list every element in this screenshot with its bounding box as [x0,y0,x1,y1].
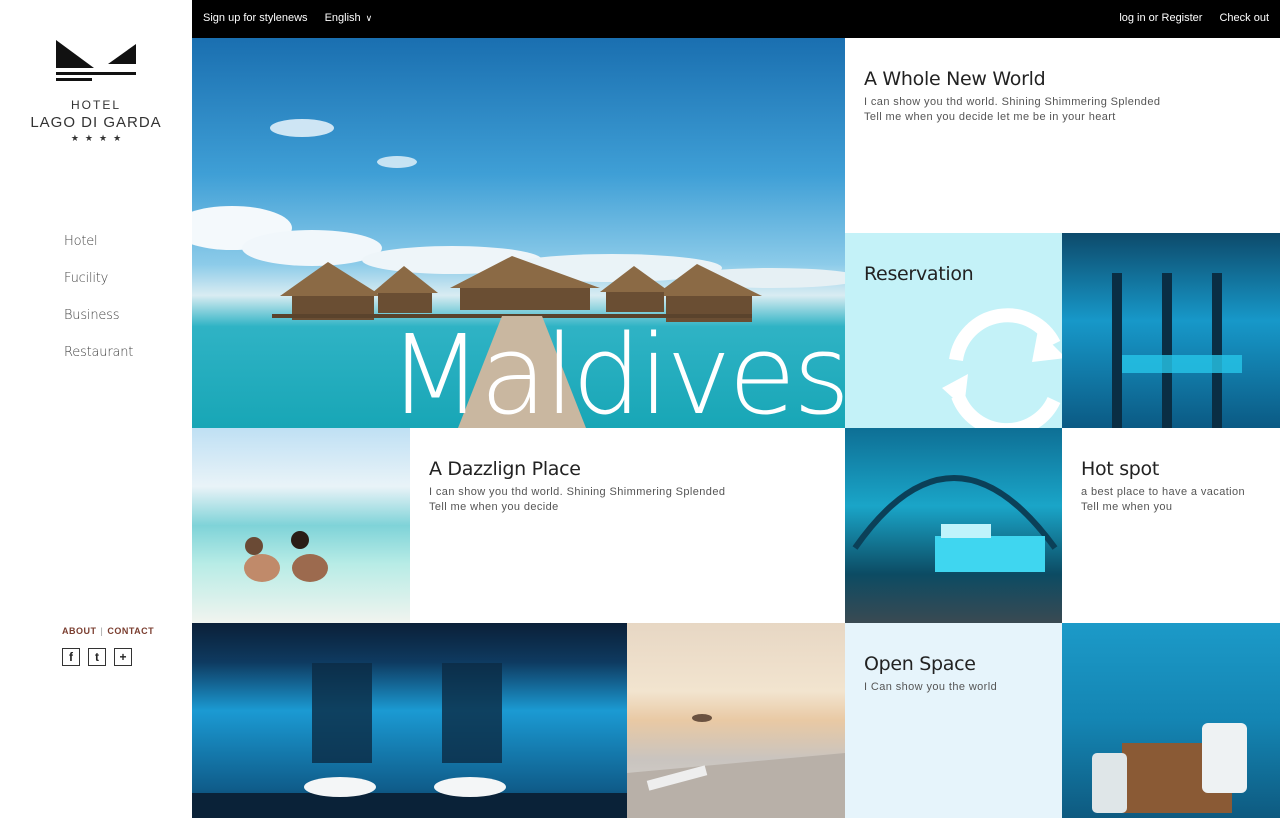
underwater-bathroom-photo[interactable] [192,623,627,818]
contact-link[interactable]: CONTACT [107,626,154,636]
tile-title: Open Space [864,653,976,675]
topbar-right: log in or Register Check out [1119,12,1269,24]
top-bar: Sign up for stylenews English ∨ log in or… [192,0,1280,38]
tile-text: Tell me when you decide [429,501,559,513]
plus-icon[interactable]: + [114,648,132,666]
tile-title: Reservation [864,263,974,285]
nav-item-restaurant[interactable]: Restaurant [64,345,133,382]
logo-mark-icon [56,40,136,81]
checkout-link[interactable]: Check out [1219,12,1269,24]
social-links: f t + [62,648,154,666]
logo-line-hotel: HOTEL [70,98,121,112]
logo-stars: ★★★★ [70,133,128,143]
tile-text: a best place to have a vacation [1081,486,1246,498]
hot-spot-tile[interactable]: Hot spot a best place to have a vacation… [1062,428,1280,623]
main-nav: Hotel Fucility Business Restaurant [64,234,133,382]
underwater-room-illustration [1112,273,1242,428]
tile-text: Tell me when you [1081,501,1173,513]
nav-item-facility[interactable]: Fucility [64,271,133,308]
chevron-down-icon: ∨ [365,13,373,23]
sunset-deck-illustration [627,714,845,818]
facebook-icon[interactable]: f [62,648,80,666]
beach-couple-photo[interactable] [192,428,410,623]
underwater-bedroom-illustration [852,475,1058,572]
twitter-icon[interactable]: t [88,648,106,666]
nav-item-hotel[interactable]: Hotel [64,234,133,271]
underwater-dining-illustration [1092,723,1247,813]
signup-link[interactable]: Sign up for stylenews [203,12,308,24]
tile-text: I can show you thd world. Shining Shimme… [864,96,1161,108]
hotel-logo[interactable]: HOTEL LAGO DI GARDA ★★★★ [0,40,192,144]
refresh-icon [942,308,1066,428]
tile-text: I Can show you the world [864,681,998,693]
language-label: English [324,12,361,24]
topbar-left: Sign up for stylenews English ∨ [203,12,372,24]
footer-links: ABOUT | CONTACT [62,626,154,636]
sunset-deck-photo[interactable] [627,623,845,818]
login-register-link[interactable]: log in or Register [1119,12,1202,24]
underwater-bedroom-photo[interactable] [845,428,1062,623]
dazzling-place-tile[interactable]: A Dazzlign Place I can show you thd worl… [410,428,845,623]
underwater-room-photo[interactable] [1062,233,1280,428]
tile-title: A Dazzlign Place [429,458,581,480]
tile-text: I can show you thd world. Shining Shimme… [429,486,726,498]
underwater-dining-photo[interactable] [1062,623,1280,818]
tile-text: Tell me when you decide let me be in you… [864,111,1116,123]
beach-couple-illustration [244,531,328,582]
footer-separator: | [100,626,104,636]
hero-title: Maldives [388,311,845,428]
underwater-bathroom-illustration [192,663,627,818]
hero-maldives-image[interactable]: Maldives [192,38,845,428]
sidebar-footer: ABOUT | CONTACT f t + [62,626,154,666]
about-link[interactable]: ABOUT [62,626,97,636]
open-space-tile[interactable]: Open Space I Can show you the world [845,623,1062,818]
tile-title: Hot spot [1081,458,1160,480]
tile-title: A Whole New World [864,68,1046,90]
whole-new-world-tile[interactable]: A Whole New World I can show you thd wor… [845,38,1280,233]
language-select[interactable]: English ∨ [325,12,373,24]
sidebar: HOTEL LAGO DI GARDA ★★★★ Hotel Fucility … [0,0,192,818]
nav-item-business[interactable]: Business [64,308,133,345]
logo-line-name: LAGO DI GARDA [30,114,162,131]
